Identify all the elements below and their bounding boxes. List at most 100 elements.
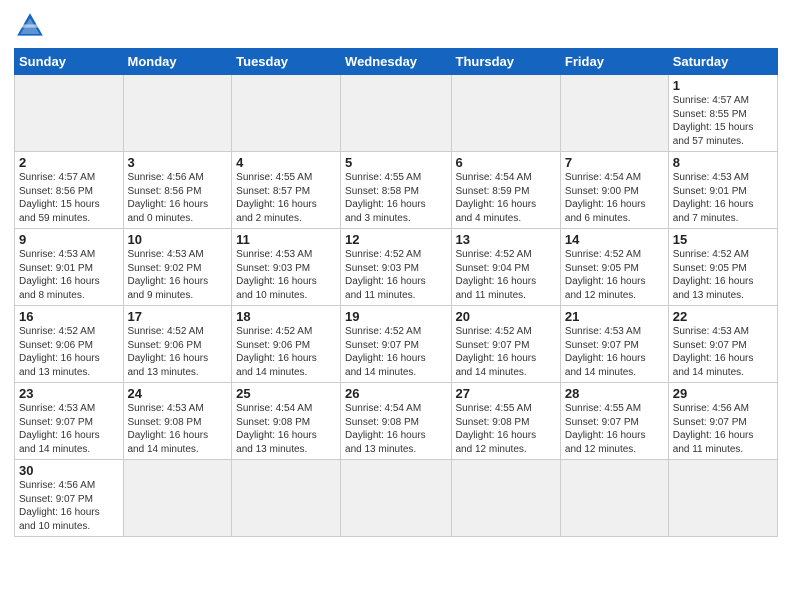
calendar: SundayMondayTuesdayWednesdayThursdayFrid… bbox=[14, 48, 778, 537]
logo-icon bbox=[14, 10, 46, 42]
day-info: Sunrise: 4:52 AM Sunset: 9:07 PM Dayligh… bbox=[456, 325, 556, 379]
calendar-cell: 16Sunrise: 4:52 AM Sunset: 9:06 PM Dayli… bbox=[15, 306, 124, 383]
calendar-cell: 1Sunrise: 4:57 AM Sunset: 8:55 PM Daylig… bbox=[668, 75, 777, 152]
calendar-cell bbox=[451, 75, 560, 152]
day-number: 25 bbox=[236, 386, 336, 401]
day-info: Sunrise: 4:52 AM Sunset: 9:04 PM Dayligh… bbox=[456, 248, 556, 302]
day-number: 14 bbox=[565, 232, 664, 247]
logo bbox=[14, 10, 50, 42]
calendar-cell: 15Sunrise: 4:52 AM Sunset: 9:05 PM Dayli… bbox=[668, 229, 777, 306]
day-number: 22 bbox=[673, 309, 773, 324]
calendar-cell: 7Sunrise: 4:54 AM Sunset: 9:00 PM Daylig… bbox=[560, 152, 668, 229]
calendar-cell: 12Sunrise: 4:52 AM Sunset: 9:03 PM Dayli… bbox=[341, 229, 451, 306]
calendar-cell bbox=[560, 75, 668, 152]
week-row-1: 2Sunrise: 4:57 AM Sunset: 8:56 PM Daylig… bbox=[15, 152, 778, 229]
calendar-cell: 23Sunrise: 4:53 AM Sunset: 9:07 PM Dayli… bbox=[15, 383, 124, 460]
calendar-cell bbox=[341, 75, 451, 152]
calendar-cell: 6Sunrise: 4:54 AM Sunset: 8:59 PM Daylig… bbox=[451, 152, 560, 229]
day-info: Sunrise: 4:53 AM Sunset: 9:08 PM Dayligh… bbox=[128, 402, 228, 456]
weekday-header-wednesday: Wednesday bbox=[341, 49, 451, 75]
week-row-2: 9Sunrise: 4:53 AM Sunset: 9:01 PM Daylig… bbox=[15, 229, 778, 306]
calendar-cell: 14Sunrise: 4:52 AM Sunset: 9:05 PM Dayli… bbox=[560, 229, 668, 306]
calendar-cell bbox=[451, 460, 560, 537]
calendar-cell bbox=[15, 75, 124, 152]
day-number: 20 bbox=[456, 309, 556, 324]
day-info: Sunrise: 4:52 AM Sunset: 9:05 PM Dayligh… bbox=[565, 248, 664, 302]
calendar-header: SundayMondayTuesdayWednesdayThursdayFrid… bbox=[15, 49, 778, 75]
calendar-cell: 18Sunrise: 4:52 AM Sunset: 9:06 PM Dayli… bbox=[232, 306, 341, 383]
calendar-cell: 10Sunrise: 4:53 AM Sunset: 9:02 PM Dayli… bbox=[123, 229, 232, 306]
weekday-header-tuesday: Tuesday bbox=[232, 49, 341, 75]
calendar-cell bbox=[668, 460, 777, 537]
day-number: 26 bbox=[345, 386, 446, 401]
day-number: 13 bbox=[456, 232, 556, 247]
calendar-cell bbox=[232, 75, 341, 152]
day-number: 7 bbox=[565, 155, 664, 170]
calendar-body: 1Sunrise: 4:57 AM Sunset: 8:55 PM Daylig… bbox=[15, 75, 778, 537]
week-row-4: 23Sunrise: 4:53 AM Sunset: 9:07 PM Dayli… bbox=[15, 383, 778, 460]
calendar-cell: 13Sunrise: 4:52 AM Sunset: 9:04 PM Dayli… bbox=[451, 229, 560, 306]
day-info: Sunrise: 4:57 AM Sunset: 8:56 PM Dayligh… bbox=[19, 171, 119, 225]
day-number: 12 bbox=[345, 232, 446, 247]
calendar-cell: 25Sunrise: 4:54 AM Sunset: 9:08 PM Dayli… bbox=[232, 383, 341, 460]
weekday-header-row: SundayMondayTuesdayWednesdayThursdayFrid… bbox=[15, 49, 778, 75]
calendar-cell: 24Sunrise: 4:53 AM Sunset: 9:08 PM Dayli… bbox=[123, 383, 232, 460]
day-info: Sunrise: 4:56 AM Sunset: 9:07 PM Dayligh… bbox=[19, 479, 119, 533]
day-number: 24 bbox=[128, 386, 228, 401]
calendar-cell: 21Sunrise: 4:53 AM Sunset: 9:07 PM Dayli… bbox=[560, 306, 668, 383]
day-info: Sunrise: 4:52 AM Sunset: 9:06 PM Dayligh… bbox=[128, 325, 228, 379]
day-info: Sunrise: 4:52 AM Sunset: 9:06 PM Dayligh… bbox=[19, 325, 119, 379]
day-info: Sunrise: 4:53 AM Sunset: 9:01 PM Dayligh… bbox=[19, 248, 119, 302]
day-number: 19 bbox=[345, 309, 446, 324]
day-number: 11 bbox=[236, 232, 336, 247]
day-number: 23 bbox=[19, 386, 119, 401]
week-row-3: 16Sunrise: 4:52 AM Sunset: 9:06 PM Dayli… bbox=[15, 306, 778, 383]
day-number: 27 bbox=[456, 386, 556, 401]
calendar-cell: 3Sunrise: 4:56 AM Sunset: 8:56 PM Daylig… bbox=[123, 152, 232, 229]
day-number: 28 bbox=[565, 386, 664, 401]
calendar-cell bbox=[341, 460, 451, 537]
day-number: 9 bbox=[19, 232, 119, 247]
week-row-0: 1Sunrise: 4:57 AM Sunset: 8:55 PM Daylig… bbox=[15, 75, 778, 152]
day-number: 17 bbox=[128, 309, 228, 324]
day-number: 29 bbox=[673, 386, 773, 401]
calendar-cell: 9Sunrise: 4:53 AM Sunset: 9:01 PM Daylig… bbox=[15, 229, 124, 306]
calendar-cell: 22Sunrise: 4:53 AM Sunset: 9:07 PM Dayli… bbox=[668, 306, 777, 383]
day-info: Sunrise: 4:55 AM Sunset: 8:58 PM Dayligh… bbox=[345, 171, 446, 225]
weekday-header-monday: Monday bbox=[123, 49, 232, 75]
calendar-cell: 4Sunrise: 4:55 AM Sunset: 8:57 PM Daylig… bbox=[232, 152, 341, 229]
weekday-header-friday: Friday bbox=[560, 49, 668, 75]
weekday-header-saturday: Saturday bbox=[668, 49, 777, 75]
calendar-cell: 30Sunrise: 4:56 AM Sunset: 9:07 PM Dayli… bbox=[15, 460, 124, 537]
day-info: Sunrise: 4:57 AM Sunset: 8:55 PM Dayligh… bbox=[673, 94, 773, 148]
day-info: Sunrise: 4:54 AM Sunset: 8:59 PM Dayligh… bbox=[456, 171, 556, 225]
day-info: Sunrise: 4:53 AM Sunset: 9:07 PM Dayligh… bbox=[673, 325, 773, 379]
day-number: 2 bbox=[19, 155, 119, 170]
weekday-header-thursday: Thursday bbox=[451, 49, 560, 75]
day-number: 30 bbox=[19, 463, 119, 478]
calendar-cell bbox=[123, 75, 232, 152]
week-row-5: 30Sunrise: 4:56 AM Sunset: 9:07 PM Dayli… bbox=[15, 460, 778, 537]
day-info: Sunrise: 4:53 AM Sunset: 9:02 PM Dayligh… bbox=[128, 248, 228, 302]
calendar-cell: 19Sunrise: 4:52 AM Sunset: 9:07 PM Dayli… bbox=[341, 306, 451, 383]
calendar-cell: 29Sunrise: 4:56 AM Sunset: 9:07 PM Dayli… bbox=[668, 383, 777, 460]
page: SundayMondayTuesdayWednesdayThursdayFrid… bbox=[0, 0, 792, 547]
day-number: 15 bbox=[673, 232, 773, 247]
day-number: 16 bbox=[19, 309, 119, 324]
day-info: Sunrise: 4:52 AM Sunset: 9:03 PM Dayligh… bbox=[345, 248, 446, 302]
calendar-cell bbox=[123, 460, 232, 537]
calendar-cell: 2Sunrise: 4:57 AM Sunset: 8:56 PM Daylig… bbox=[15, 152, 124, 229]
day-info: Sunrise: 4:54 AM Sunset: 9:08 PM Dayligh… bbox=[345, 402, 446, 456]
day-info: Sunrise: 4:54 AM Sunset: 9:08 PM Dayligh… bbox=[236, 402, 336, 456]
day-info: Sunrise: 4:53 AM Sunset: 9:07 PM Dayligh… bbox=[565, 325, 664, 379]
calendar-cell bbox=[560, 460, 668, 537]
day-info: Sunrise: 4:55 AM Sunset: 9:08 PM Dayligh… bbox=[456, 402, 556, 456]
calendar-cell: 8Sunrise: 4:53 AM Sunset: 9:01 PM Daylig… bbox=[668, 152, 777, 229]
day-number: 18 bbox=[236, 309, 336, 324]
day-info: Sunrise: 4:55 AM Sunset: 8:57 PM Dayligh… bbox=[236, 171, 336, 225]
calendar-cell: 11Sunrise: 4:53 AM Sunset: 9:03 PM Dayli… bbox=[232, 229, 341, 306]
day-number: 3 bbox=[128, 155, 228, 170]
day-info: Sunrise: 4:53 AM Sunset: 9:07 PM Dayligh… bbox=[19, 402, 119, 456]
weekday-header-sunday: Sunday bbox=[15, 49, 124, 75]
day-info: Sunrise: 4:55 AM Sunset: 9:07 PM Dayligh… bbox=[565, 402, 664, 456]
